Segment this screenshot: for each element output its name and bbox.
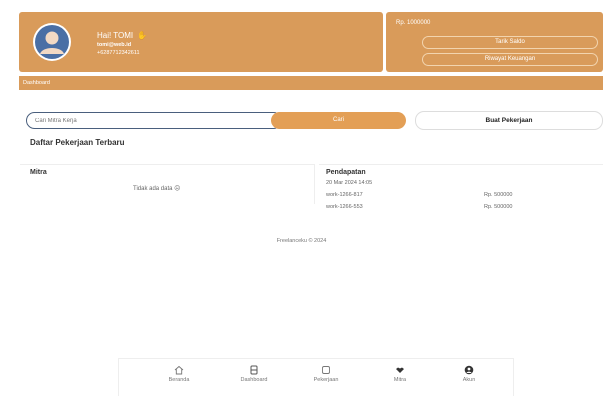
waving-hand-icon: ✋	[137, 31, 148, 40]
empty-text: Tidak ada data	[133, 186, 173, 192]
income-amount: Rp. 500000	[484, 204, 513, 210]
search-button[interactable]: Cari	[271, 112, 406, 129]
handshake-icon	[396, 367, 404, 373]
nav-label: Mitra	[393, 377, 407, 383]
create-job-button[interactable]: Buat Pekerjaan	[415, 111, 603, 130]
search-input[interactable]	[26, 112, 282, 129]
income-header: Pendapatan	[326, 169, 366, 176]
user-email: tomi@web.id	[97, 42, 132, 48]
nav-item-pekerjaan[interactable]: Pekerjaan	[290, 365, 362, 393]
work-id: work-1266-817	[326, 192, 363, 198]
income-amount: Rp. 500000	[484, 192, 513, 198]
frown-face-icon: ☹	[174, 186, 181, 192]
nav-item-mitra[interactable]: Mitra	[364, 365, 436, 393]
bottom-nav: Beranda Dashboard Pekerjaan Mitra Akun	[118, 358, 514, 396]
dashboard-bar: Dashboard	[19, 76, 603, 90]
withdraw-button[interactable]: Tarik Saldo	[422, 36, 598, 49]
dashboard-icon	[250, 365, 258, 375]
empty-state: Tidak ada data ☹	[133, 185, 180, 192]
briefcase-icon	[322, 366, 330, 374]
balance-card: Rp. 1000000 Tarik Saldo Riwayat Keuangan	[386, 12, 603, 72]
greeting-text: Hai! TOMI	[97, 31, 134, 40]
footer-copyright: Freelanceku © 2024	[276, 238, 327, 244]
nav-item-beranda[interactable]: Beranda	[143, 365, 215, 393]
finance-history-button[interactable]: Riwayat Keuangan	[422, 53, 598, 66]
nav-label: Beranda	[168, 377, 190, 383]
greeting: Hai! TOMI ✋	[97, 31, 147, 40]
nav-label: Akun	[462, 377, 476, 383]
user-phone: +6287712342611	[97, 50, 140, 56]
income-row: work-1266-553 Rp. 500000	[326, 204, 596, 210]
nav-label: Pekerjaan	[313, 377, 339, 383]
dashboard-label: Dashboard	[23, 80, 50, 86]
nav-item-dashboard[interactable]: Dashboard	[218, 365, 290, 393]
balance-amount: Rp. 1000000	[396, 20, 431, 26]
mitra-panel: Mitra Tidak ada data ☹	[20, 164, 315, 204]
user-icon	[464, 365, 474, 375]
income-panel: Pendapatan 20 Mar 2024 14:05 work-1266-8…	[319, 164, 603, 220]
income-row: work-1266-817 Rp. 500000	[326, 192, 596, 198]
nav-label: Dashboard	[240, 377, 268, 383]
mitra-header: Mitra	[30, 169, 47, 176]
section-title: Daftar Pekerjaan Terbaru	[30, 138, 125, 147]
home-icon	[174, 365, 184, 375]
work-id: work-1266-553	[326, 204, 363, 210]
user-avatar-icon	[35, 25, 69, 59]
nav-item-akun[interactable]: Akun	[433, 365, 505, 393]
user-card: Hai! TOMI ✋ tomi@web.id +6287712342611	[19, 12, 383, 72]
income-date: 20 Mar 2024 14:05	[326, 180, 373, 186]
avatar[interactable]	[33, 23, 71, 61]
